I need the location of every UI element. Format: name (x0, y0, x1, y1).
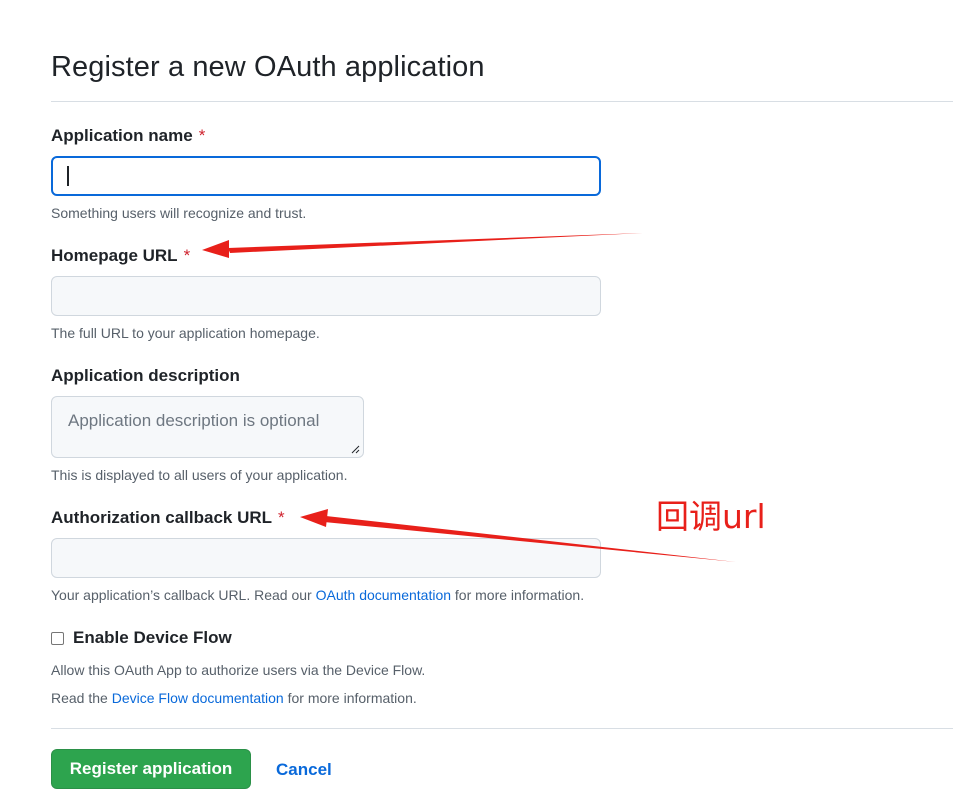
enable-device-flow-checkbox[interactable] (51, 631, 64, 645)
callback-url-note: Your application’s callback URL. Read ou… (51, 587, 584, 603)
application-description-textarea[interactable]: Application description is optional (51, 396, 364, 458)
oauth-documentation-link[interactable]: OAuth documentation (316, 587, 451, 603)
title-divider (51, 101, 953, 102)
enable-device-flow-label[interactable]: Enable Device Flow (73, 628, 232, 648)
application-description-label: Application description (51, 366, 240, 385)
application-name-label: Application name * (51, 126, 205, 146)
required-mark: * (278, 508, 285, 527)
application-name-label-text: Application name (51, 126, 193, 145)
application-description-note: This is displayed to all users of your a… (51, 467, 348, 483)
callback-url-label-text: Authorization callback URL (51, 508, 273, 527)
device-flow-documentation-link[interactable]: Device Flow documentation (112, 690, 284, 706)
textarea-placeholder: Application description is optional (68, 411, 320, 430)
homepage-url-note: The full URL to your application homepag… (51, 325, 320, 341)
text-caret (67, 166, 69, 186)
actions-divider (51, 728, 953, 729)
device-flow-doc-note-text: Read the (51, 690, 112, 706)
register-application-button[interactable]: Register application (51, 749, 251, 789)
device-flow-doc-note: Read the Device Flow documentation for m… (51, 690, 417, 706)
device-flow-note: Allow this OAuth App to authorize users … (51, 662, 426, 678)
homepage-url-label: Homepage URL * (51, 246, 190, 266)
homepage-url-label-text: Homepage URL (51, 246, 178, 265)
device-flow-doc-note-suffix: for more information. (283, 690, 417, 706)
device-flow-row: Enable Device Flow (51, 628, 232, 648)
callback-url-input[interactable] (51, 538, 601, 578)
callback-url-note-text: Your application’s callback URL. Read ou… (51, 587, 316, 603)
callback-url-label: Authorization callback URL * (51, 508, 285, 528)
resize-handle-icon[interactable] (350, 444, 360, 454)
required-mark: * (183, 246, 191, 265)
required-mark: * (198, 126, 206, 145)
application-name-note: Something users will recognize and trust… (51, 205, 307, 221)
callback-url-annotation-label: 回调url (656, 497, 766, 536)
cancel-link[interactable]: Cancel (276, 760, 332, 780)
homepage-url-input[interactable] (51, 276, 601, 316)
callback-url-note-suffix: for more information. (451, 587, 585, 603)
homepage-url-arrow (202, 233, 643, 258)
page-title: Register a new OAuth application (51, 51, 485, 83)
application-name-input[interactable] (51, 156, 601, 196)
